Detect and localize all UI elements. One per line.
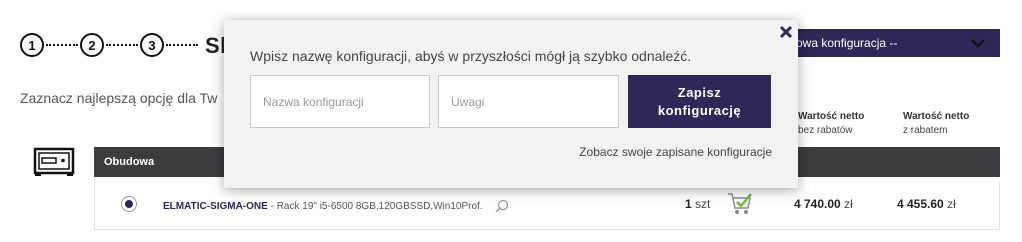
- close-icon[interactable]: [779, 25, 793, 39]
- step-connector: [166, 44, 198, 46]
- column-header-net-value: Wartość netto bez rabatów: [798, 110, 864, 138]
- column-header-sub: bez rabatów: [798, 125, 853, 136]
- price-currency: zł: [844, 197, 853, 211]
- quantity-unit: szt: [695, 197, 711, 211]
- step-1[interactable]: 1: [20, 33, 44, 57]
- step-2[interactable]: 2: [80, 33, 104, 57]
- column-header-sub: z rabatem: [903, 125, 948, 136]
- price-net-discount: 4 455.60 zł: [897, 197, 956, 211]
- price-net-discount-value: 4 455.60: [897, 197, 944, 211]
- zoom-icon[interactable]: [495, 199, 509, 213]
- step-indicator: 1 2 3: [20, 33, 200, 57]
- save-configuration-button[interactable]: Zapisz konfigurację: [628, 75, 771, 128]
- column-header-title: Wartość netto: [903, 111, 970, 122]
- step-connector: [106, 44, 138, 46]
- step-3[interactable]: 3: [140, 33, 164, 57]
- configuration-select[interactable]: owa konfiguracja --: [794, 29, 1000, 57]
- price-net: 4 740.00 zł: [794, 197, 853, 211]
- case-icon: [33, 147, 75, 176]
- cart-icon[interactable]: [727, 192, 753, 216]
- category-label: Obudowa: [104, 156, 155, 168]
- product-model: ELMATIC-SIGMA-ONE: [163, 201, 268, 212]
- step-connector: [46, 44, 78, 46]
- configuration-name-input[interactable]: [250, 75, 430, 128]
- save-configuration-modal: Wpisz nazwę konfiguracji, abyś w przyszł…: [224, 20, 798, 188]
- column-header-net-value-discount: Wartość netto z rabatem: [903, 110, 969, 138]
- price-currency: zł: [947, 197, 956, 211]
- chevron-down-icon: [971, 39, 985, 48]
- price-net-value: 4 740.00: [794, 197, 841, 211]
- modal-message: Wpisz nazwę konfiguracji, abyś w przyszł…: [250, 48, 692, 64]
- notes-input[interactable]: [438, 75, 619, 128]
- product-radio[interactable]: [121, 196, 137, 212]
- product-row: ELMATIC-SIGMA-ONE - Rack 19" i5-6500 8GB…: [94, 182, 1000, 230]
- product-description: - Rack 19" i5-6500 8GB,120GBSSD,Win10Pro…: [267, 201, 483, 212]
- quantity-value: 1: [685, 197, 692, 211]
- page-subtitle: Zaznacz najlepszą opcję dla Tw: [20, 90, 218, 106]
- product-quantity: 1 szt: [685, 197, 710, 211]
- configuration-select-value: owa konfiguracja --: [796, 36, 898, 50]
- product-name[interactable]: ELMATIC-SIGMA-ONE - Rack 19" i5-6500 8GB…: [163, 201, 483, 212]
- saved-configurations-link[interactable]: Zobacz swoje zapisane konfiguracje: [579, 145, 772, 159]
- column-header-title: Wartość netto: [798, 111, 865, 122]
